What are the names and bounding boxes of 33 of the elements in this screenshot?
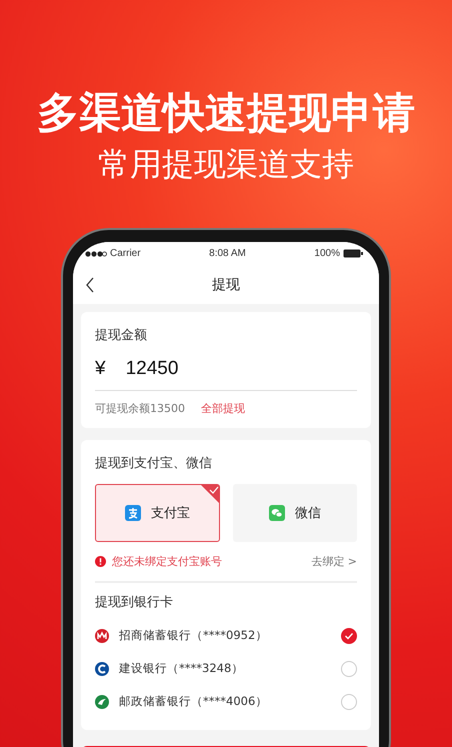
warning-text: 您还未绑定支付宝账号 [112, 554, 222, 569]
payment-option[interactable]: 微信 [232, 484, 357, 542]
battery-icon [343, 249, 363, 258]
page-title: 提现 [212, 276, 240, 294]
balance-text: 可提现余额13500 [95, 401, 185, 416]
bank-name: 邮政储蓄银行（****4006） [119, 694, 268, 709]
bank-name: 建设银行（****3248） [119, 661, 244, 676]
signal-icon [85, 250, 107, 257]
radio-checked-icon[interactable] [341, 628, 357, 644]
selected-corner-icon [200, 485, 218, 504]
bank-logo-icon [95, 662, 109, 676]
currency-symbol: ¥ [95, 358, 106, 380]
clock-text: 8:08 AM [209, 248, 246, 260]
payment-option[interactable]: 支付宝 [95, 484, 220, 542]
bank-logo-icon [95, 694, 109, 708]
section-label: 提现到银行卡 [95, 594, 174, 611]
subtitle: 常用提现渠道支持 [98, 144, 354, 184]
chat-bubbles-icon [268, 505, 285, 521]
bind-link[interactable]: 去绑定 > [311, 554, 357, 569]
section-label: 提现金额 [95, 327, 148, 344]
section-label: 提现到支付宝、微信 [95, 455, 213, 472]
bank-name: 招商储蓄银行（****0952） [119, 628, 268, 643]
payment-app-icon [124, 505, 141, 521]
bank-logo-icon [95, 628, 109, 642]
radio-unchecked-icon[interactable] [341, 694, 357, 710]
back-icon[interactable] [85, 277, 95, 294]
warning-icon [95, 556, 106, 567]
carrier-text: Carrier [110, 248, 141, 260]
battery-text: 100% [314, 248, 340, 260]
amount-input[interactable]: 12450 [126, 358, 178, 380]
withdraw-all-link[interactable]: 全部提现 [201, 401, 245, 416]
radio-unchecked-icon[interactable] [341, 660, 357, 676]
headline: 多渠道快速提现申请 [37, 90, 415, 136]
